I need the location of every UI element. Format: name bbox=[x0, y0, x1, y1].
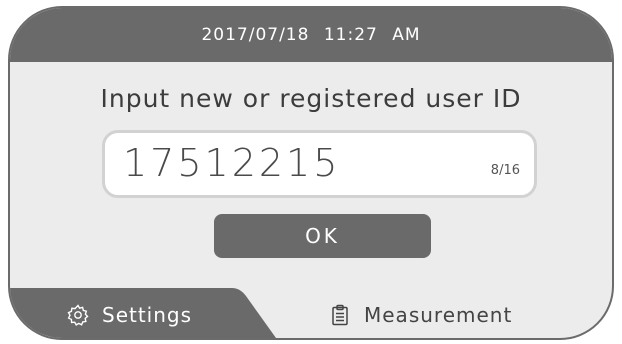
tab-settings[interactable]: Settings bbox=[66, 298, 192, 332]
tab-measurement[interactable]: Measurement bbox=[328, 298, 512, 332]
tab-settings-label: Settings bbox=[102, 303, 193, 327]
user-id-input[interactable]: 17512215 8/16 bbox=[102, 130, 537, 198]
device: 2017/07/18 11:27 AM Input new or registe… bbox=[0, 0, 622, 344]
bottom-tab-bar: Settings Measurement bbox=[10, 288, 612, 338]
tab-measurement-label: Measurement bbox=[364, 303, 513, 327]
status-header: 2017/07/18 11:27 AM bbox=[10, 8, 612, 62]
user-id-prompt: Input new or registered user ID bbox=[100, 84, 522, 113]
clipboard-icon bbox=[328, 303, 352, 327]
user-id-value: 17512215 bbox=[123, 141, 341, 185]
ok-button[interactable]: OK bbox=[214, 214, 431, 258]
device-screen: 2017/07/18 11:27 AM Input new or registe… bbox=[8, 6, 614, 340]
char-count: 8/16 bbox=[490, 163, 520, 178]
gear-icon bbox=[66, 303, 90, 327]
datetime-display: 2017/07/18 11:27 AM bbox=[201, 25, 421, 45]
